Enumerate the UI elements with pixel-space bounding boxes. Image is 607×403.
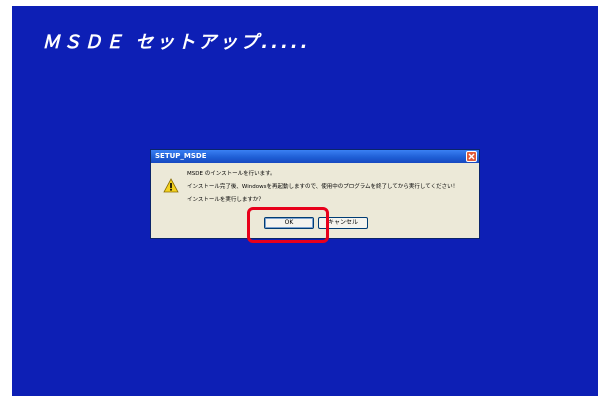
warning-icon [163, 178, 179, 193]
setup-title: ＭＳＤＥ セットアップ..... [42, 32, 311, 53]
dialog-title: SETUP_MSDE [155, 152, 207, 160]
dialog-message-2: インストール完了後、Windowsを再起動しますので、使用中のプログラムを終了し… [187, 184, 459, 190]
close-icon [468, 153, 475, 160]
close-button[interactable] [466, 151, 477, 162]
setup-background: ＭＳＤＥ セットアップ..... SETUP_MSDE MSDE のインストール… [12, 6, 598, 396]
dialog-titlebar[interactable]: SETUP_MSDE [151, 150, 479, 163]
dialog-message-3: インストールを実行しますか？ [187, 197, 264, 203]
dialog-message-1: MSDE のインストールを行います。 [187, 171, 276, 177]
ok-button-highlight [247, 207, 329, 243]
